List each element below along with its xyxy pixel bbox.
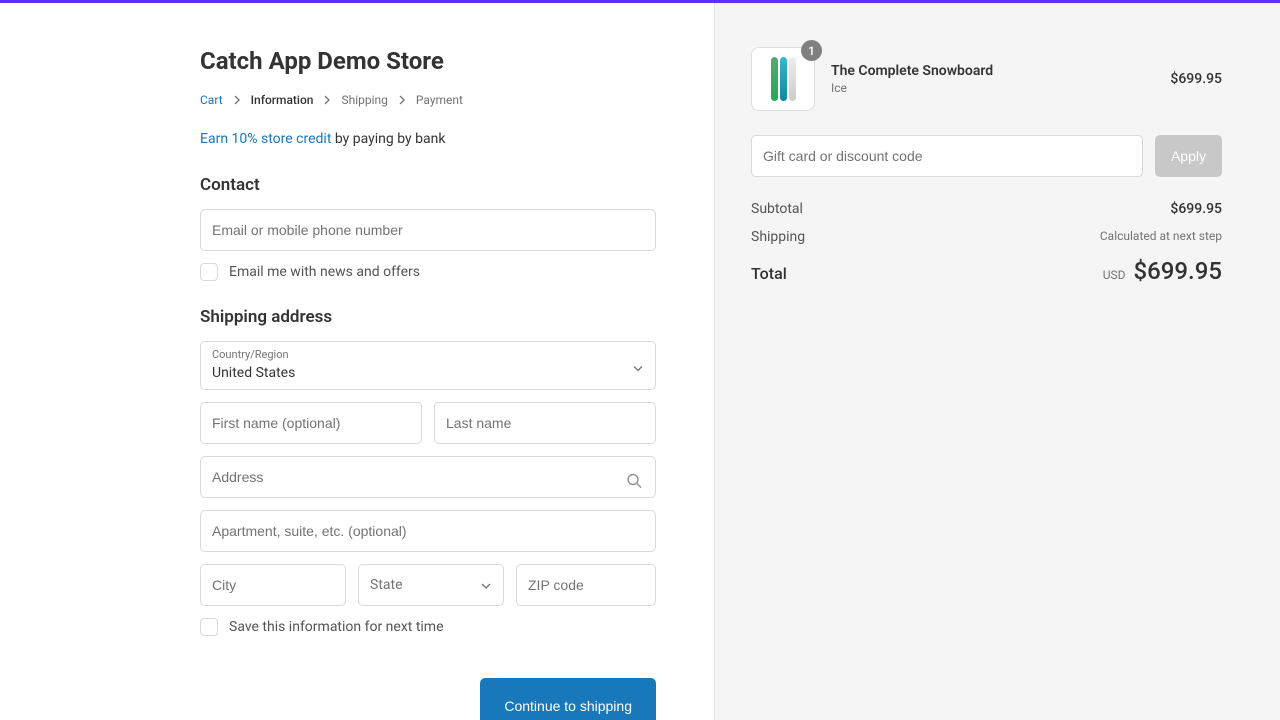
item-variant: Ice — [831, 81, 1154, 95]
apartment-field[interactable] — [200, 510, 656, 552]
shipping-heading: Shipping address — [200, 307, 656, 327]
news-checkbox-label: Email me with news and offers — [229, 264, 420, 280]
news-checkbox[interactable] — [200, 263, 218, 281]
subtotal-label: Subtotal — [751, 201, 803, 217]
breadcrumb-payment: Payment — [416, 93, 463, 107]
chevron-right-icon — [233, 95, 241, 105]
checkout-form-panel: Catch App Demo Store Cart Information Sh… — [0, 3, 715, 720]
discount-code-field[interactable] — [751, 135, 1143, 177]
order-summary-panel: 1 The Complete Snowboard Ice $699.95 App… — [715, 3, 1280, 720]
quantity-badge: 1 — [801, 40, 822, 61]
promo-text: by paying by bank — [331, 131, 445, 147]
chevron-down-icon — [481, 577, 491, 593]
continue-button[interactable]: Continue to shipping — [480, 678, 656, 720]
store-title: Catch App Demo Store — [200, 47, 656, 75]
last-name-field[interactable] — [434, 402, 656, 444]
country-select[interactable]: Country/Region United States — [200, 341, 656, 390]
search-icon — [627, 474, 642, 493]
product-thumbnail: 1 — [751, 47, 815, 111]
city-field[interactable] — [200, 564, 346, 606]
earn-credit-link[interactable]: Earn 10% store credit — [200, 131, 331, 147]
email-field[interactable] — [200, 209, 656, 251]
chevron-down-icon — [633, 356, 643, 375]
country-value: United States — [212, 365, 295, 381]
item-price: $699.95 — [1170, 71, 1222, 87]
save-info-checkbox[interactable] — [200, 618, 218, 636]
total-value: $699.95 — [1133, 257, 1222, 285]
currency-label: USD — [1103, 268, 1126, 282]
shipping-cost-label: Shipping — [751, 229, 805, 245]
country-label: Country/Region — [212, 348, 644, 361]
breadcrumb-information: Information — [251, 93, 314, 107]
first-name-field[interactable] — [200, 402, 422, 444]
breadcrumb-shipping: Shipping — [341, 93, 387, 107]
zip-field[interactable] — [516, 564, 656, 606]
apply-button[interactable]: Apply — [1155, 135, 1222, 177]
cart-item: 1 The Complete Snowboard Ice $699.95 — [751, 47, 1222, 111]
chevron-right-icon — [323, 95, 331, 105]
total-label: Total — [751, 264, 787, 283]
address-field[interactable] — [200, 456, 656, 498]
promo-banner: Earn 10% store credit by paying by bank — [200, 131, 656, 147]
state-select[interactable]: State — [358, 564, 504, 606]
state-placeholder: State — [370, 577, 403, 593]
shipping-cost-value: Calculated at next step — [1100, 229, 1222, 245]
chevron-right-icon — [398, 95, 406, 105]
breadcrumb: Cart Information Shipping Payment — [200, 93, 656, 107]
save-info-label: Save this information for next time — [229, 619, 444, 635]
contact-heading: Contact — [200, 175, 656, 195]
subtotal-value: $699.95 — [1170, 201, 1222, 217]
breadcrumb-cart[interactable]: Cart — [200, 93, 223, 107]
item-name: The Complete Snowboard — [831, 63, 1154, 79]
snowboard-icon — [771, 57, 796, 101]
